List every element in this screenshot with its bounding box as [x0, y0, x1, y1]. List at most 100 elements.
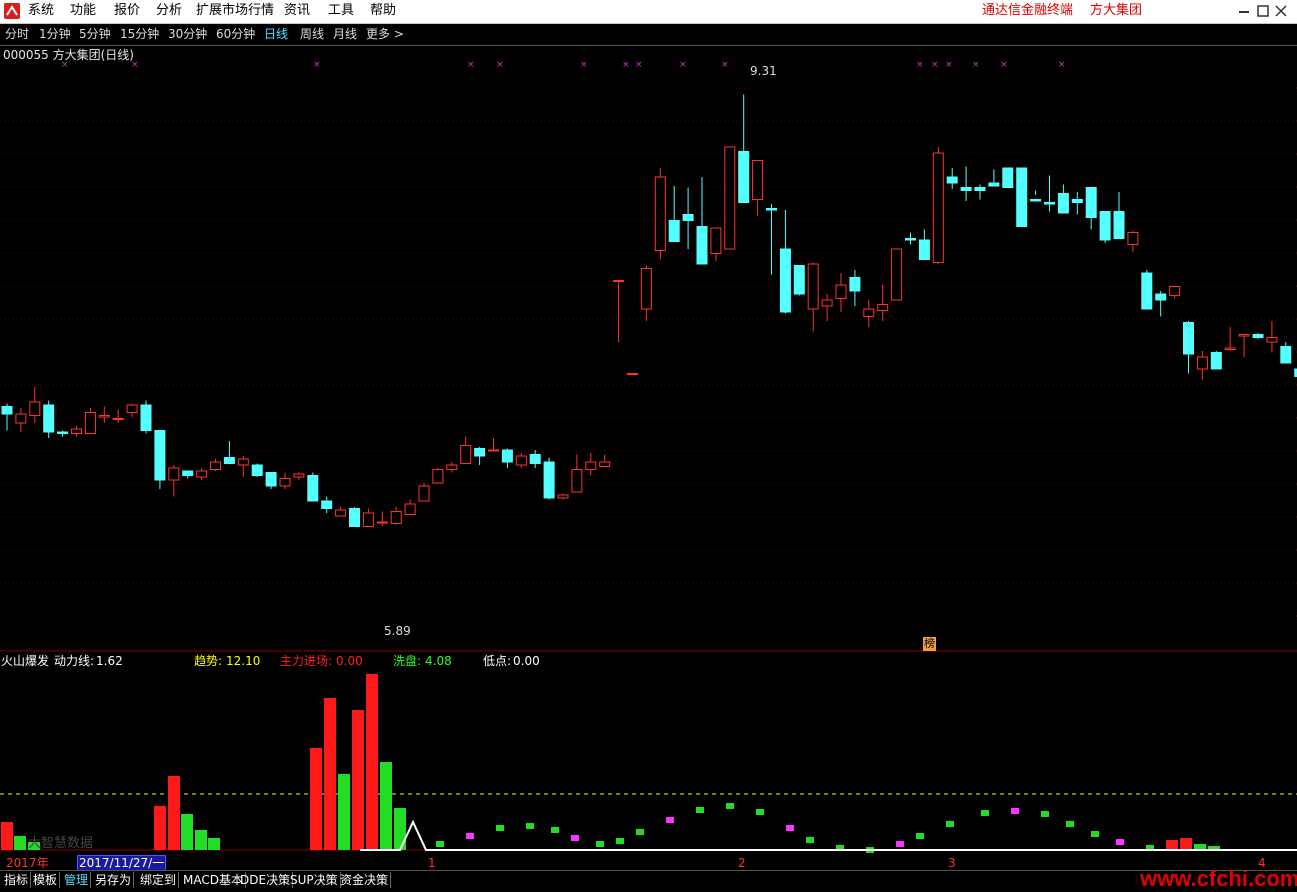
menu-extended-market[interactable]: 扩展市场行情 [196, 3, 274, 19]
candle-body [418, 485, 430, 502]
period-5min[interactable]: 5分钟 [79, 27, 111, 42]
menu-system[interactable]: 系统 [28, 3, 54, 19]
tab-indicator[interactable]: 指标 [2, 872, 32, 888]
tab-dde-decision[interactable]: DDE决策 [238, 872, 294, 888]
period-60min[interactable]: 60分钟 [216, 27, 255, 42]
candle-body [696, 226, 708, 265]
candle-body [84, 412, 96, 434]
candle-body [835, 284, 847, 299]
candle-body [1099, 211, 1111, 241]
candle-body [905, 238, 916, 241]
wave-point [596, 841, 604, 847]
chart-title: 000055 方大集团(日线) [3, 48, 134, 62]
candle-body [279, 478, 291, 487]
company-name: 方大集团 [1090, 3, 1143, 18]
candle-body [849, 277, 861, 292]
candle-body [126, 404, 138, 413]
candle-body [446, 464, 458, 470]
menu-quote[interactable]: 报价 [114, 3, 140, 19]
candle-body [71, 428, 82, 434]
candle-body [960, 187, 972, 191]
candle-body [474, 448, 486, 457]
candle-body [390, 511, 402, 524]
indicator-bar-green [338, 774, 350, 850]
candle-body [43, 404, 55, 433]
candle-body [515, 455, 527, 466]
indicator-bar-red [1166, 840, 1178, 850]
period-15min[interactable]: 15分钟 [120, 27, 159, 42]
indicator-trend-value: 12.10 [226, 654, 261, 668]
app-logo-icon[interactable] [4, 3, 20, 19]
candle-body [932, 152, 944, 263]
indicator-bar-green [14, 836, 26, 850]
menu-help[interactable]: 帮助 [370, 3, 396, 19]
period-1min[interactable]: 1分钟 [39, 27, 71, 42]
tab-fund-decision[interactable]: 资金决策 [338, 872, 392, 888]
high-price-label: 9.31 [750, 64, 777, 78]
period-more[interactable]: 更多 > [366, 27, 404, 42]
wave-point [756, 809, 764, 815]
board-badge[interactable]: 榜 [923, 637, 936, 651]
indicator-bar-red [366, 674, 378, 850]
menu-news[interactable]: 资讯 [284, 3, 310, 19]
wave-point [896, 841, 904, 847]
indicator-main-force-label: 主力进场: [280, 654, 333, 668]
period-intraday[interactable]: 分时 [5, 27, 29, 42]
candle-body [1044, 202, 1055, 205]
window-controls-icon[interactable] [1238, 4, 1288, 19]
candle-body [585, 461, 597, 470]
tab-template[interactable]: 模板 [31, 872, 61, 888]
indicator-bar-green [380, 762, 392, 850]
candle-body [1169, 286, 1181, 296]
menu-bar: 系统 功能 报价 分析 扩展市场行情 资讯 工具 帮助 通达信金融终端 方大集团 [0, 0, 1297, 24]
candle-body [807, 263, 819, 310]
tab-macd-basic[interactable]: MACD基本 [181, 872, 246, 888]
candle-body [1196, 356, 1208, 370]
candle-body [682, 214, 694, 221]
signal-marker: × [679, 60, 687, 70]
wave-point [436, 841, 444, 847]
candle-body [1141, 272, 1153, 310]
candle-body [793, 265, 805, 295]
low-price-label: 5.89 [384, 624, 411, 638]
signal-marker: × [1058, 60, 1066, 70]
indicator-bar-red [324, 698, 336, 850]
candle-body [710, 227, 722, 254]
indicator-name[interactable]: 火山爆发 [1, 654, 49, 668]
year-label: 2017年 [6, 856, 49, 870]
candle-body [168, 467, 180, 481]
period-daily[interactable]: 日线 [264, 27, 288, 42]
menu-analysis[interactable]: 分析 [156, 3, 182, 19]
menu-function[interactable]: 功能 [70, 3, 96, 19]
menu-tools[interactable]: 工具 [328, 3, 354, 19]
period-30min[interactable]: 30分钟 [168, 27, 207, 42]
tab-bind-to[interactable]: 绑定到 [138, 872, 180, 888]
candle-body [766, 208, 777, 211]
wave-point [1116, 839, 1124, 845]
candle-body [654, 176, 666, 251]
wave-point [636, 829, 644, 835]
candle-body [1210, 352, 1222, 370]
candle-body [293, 473, 305, 478]
indicator-main-force-value: 0.00 [336, 654, 363, 668]
candle-body [988, 182, 1000, 187]
period-monthly[interactable]: 月线 [333, 27, 357, 42]
signal-marker: × [931, 60, 939, 70]
signal-marker: × [496, 60, 504, 70]
kline-chart[interactable]: × × × × × × × × × × × × × × × × [0, 46, 1297, 870]
candle-body [1016, 167, 1028, 227]
candle-body [918, 239, 930, 260]
candle-body [779, 248, 791, 313]
tab-save-as[interactable]: 另存为 [93, 872, 135, 888]
period-weekly[interactable]: 周线 [300, 27, 324, 42]
candle-body [877, 304, 889, 311]
tab-manage[interactable]: 管理 [62, 872, 92, 888]
candle-body [154, 430, 166, 481]
candle-body [237, 458, 249, 466]
wave-point [786, 825, 794, 831]
candle-body [307, 475, 319, 502]
candle-body [1071, 199, 1083, 203]
tab-sup-decision[interactable]: SUP决策 [288, 872, 341, 888]
candle-body [57, 431, 69, 434]
candle-body [376, 521, 388, 524]
